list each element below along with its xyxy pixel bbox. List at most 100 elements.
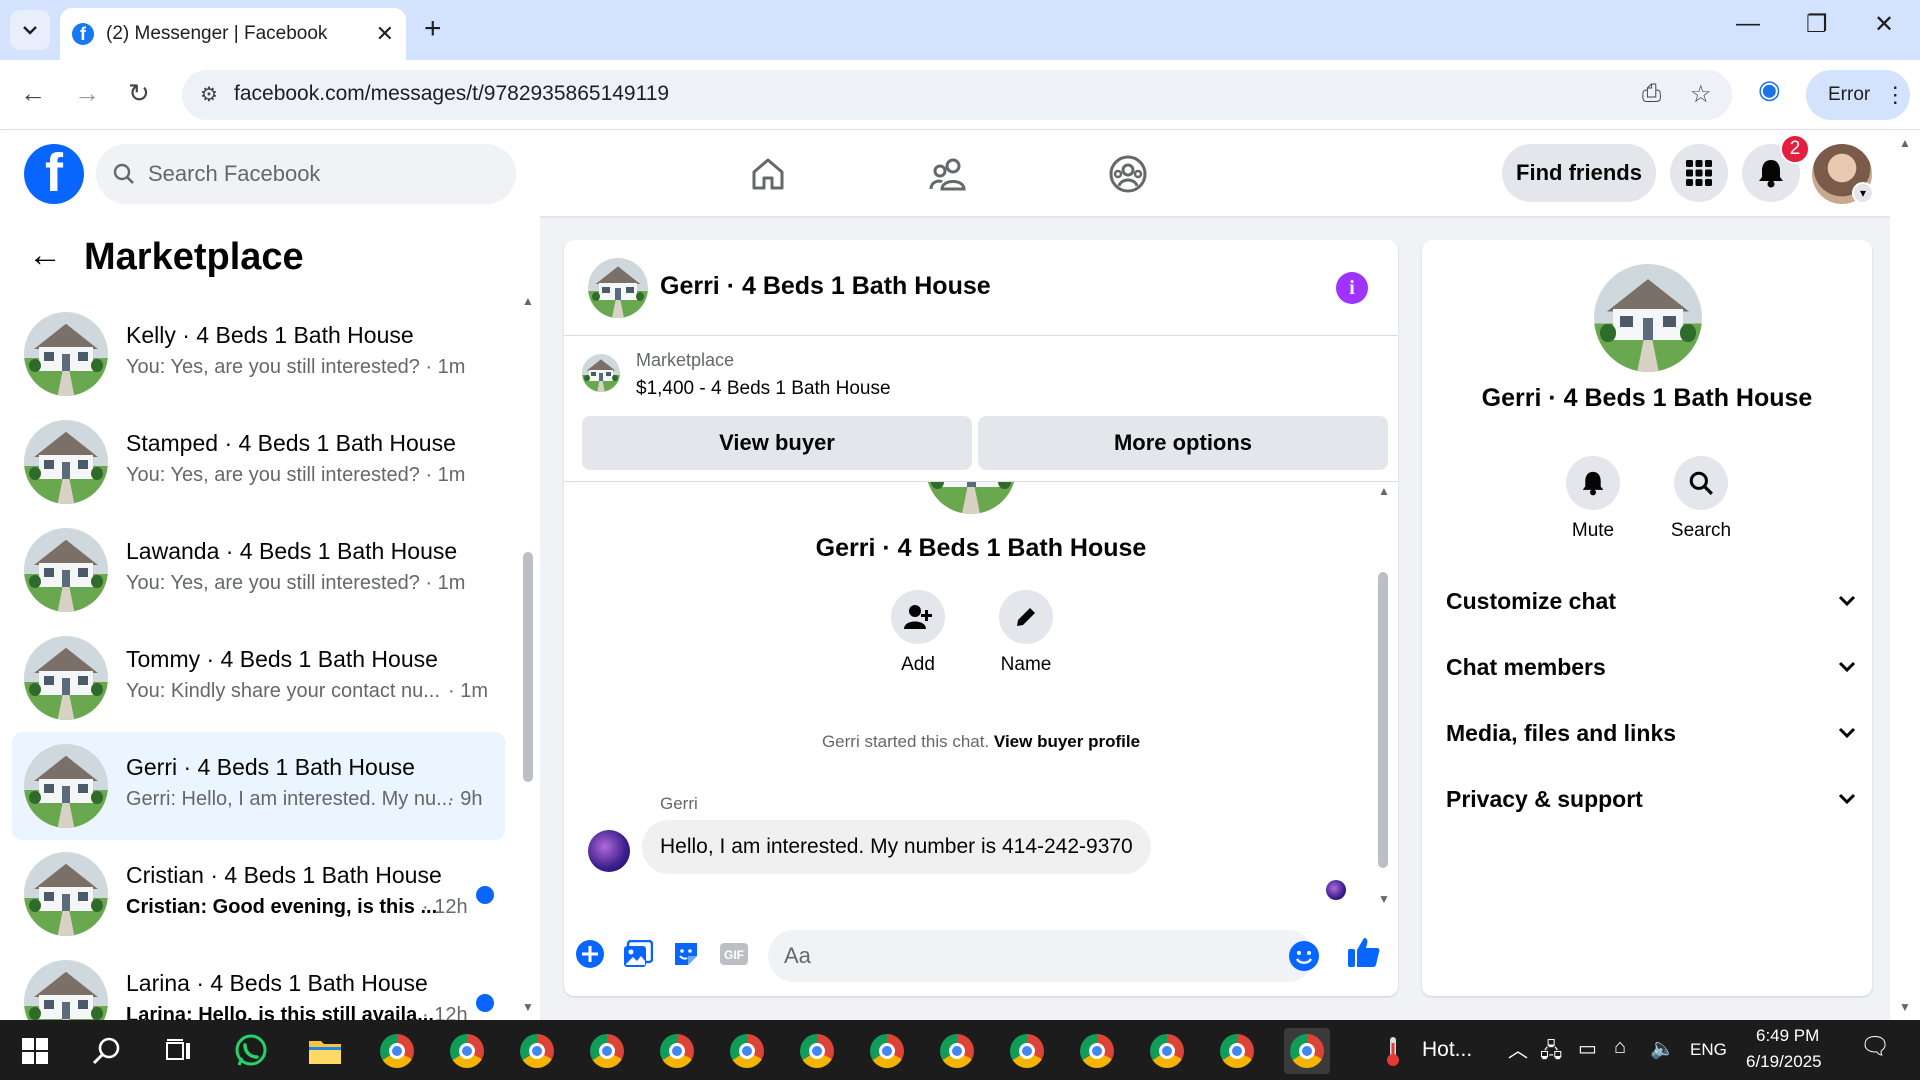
- notification-center-icon[interactable]: 🗨: [1860, 1032, 1890, 1061]
- battery-icon[interactable]: ▭: [1578, 1036, 1597, 1061]
- chat-members-section[interactable]: Chat members: [1446, 642, 1856, 692]
- thread-scroll-down-icon[interactable]: ▼: [1378, 892, 1390, 906]
- groups-nav[interactable]: [1106, 152, 1150, 196]
- sticker-button[interactable]: [670, 938, 702, 970]
- privacy-support-section[interactable]: Privacy & support: [1446, 774, 1856, 824]
- window-close-icon[interactable]: ✕: [1874, 10, 1894, 39]
- chrome-taskbar[interactable]: [654, 1028, 700, 1074]
- listing-thumbnail[interactable]: [582, 354, 620, 392]
- tab-list-button[interactable]: [10, 10, 50, 50]
- facebook-logo-icon[interactable]: f: [24, 144, 84, 204]
- network-icon[interactable]: 🖧: [1540, 1036, 1562, 1070]
- back-icon[interactable]: ←: [20, 78, 46, 109]
- emoji-button[interactable]: [1288, 940, 1320, 972]
- like-button[interactable]: [1346, 934, 1382, 970]
- chrome-taskbar-active[interactable]: [1284, 1028, 1330, 1074]
- name-chat-action[interactable]: Name: [986, 590, 1066, 676]
- find-friends-button[interactable]: Find friends: [1502, 144, 1656, 202]
- friends-nav[interactable]: [926, 152, 970, 196]
- view-buyer-profile-link[interactable]: View buyer profile: [994, 732, 1140, 751]
- scroll-up-icon[interactable]: ▲: [1899, 136, 1911, 150]
- info-icon[interactable]: i: [1336, 272, 1368, 304]
- attach-photo-button[interactable]: [622, 938, 654, 970]
- install-app-icon[interactable]: ⎙: [1642, 80, 1661, 108]
- bookmark-star-icon[interactable]: ☆: [1690, 80, 1712, 109]
- more-options-button[interactable]: More options: [978, 416, 1388, 470]
- gif-button[interactable]: GIF: [718, 938, 750, 970]
- forward-icon[interactable]: →: [74, 78, 100, 109]
- chrome-taskbar[interactable]: [934, 1028, 980, 1074]
- list-scroll-down-icon[interactable]: ▼: [522, 1000, 534, 1014]
- account-caret-icon[interactable]: ▾: [1852, 182, 1874, 204]
- account-icon[interactable]: ◉: [1758, 74, 1781, 105]
- sender-avatar[interactable]: [588, 830, 630, 872]
- chrome-taskbar[interactable]: [444, 1028, 490, 1074]
- search-input[interactable]: [148, 161, 508, 187]
- volume-icon[interactable]: 🔈: [1650, 1036, 1675, 1061]
- profile-error-button[interactable]: Error ⋮: [1806, 70, 1910, 120]
- list-scroll-up-icon[interactable]: ▲: [522, 294, 534, 308]
- start-button[interactable]: [12, 1028, 58, 1074]
- add-people-action[interactable]: Add: [878, 590, 958, 676]
- thread-scroll-up-icon[interactable]: ▲: [1378, 484, 1390, 498]
- address-bar[interactable]: ⚙ facebook.com/messages/t/97829358651491…: [182, 70, 1732, 120]
- conversation-item[interactable]: Larina · 4 Beds 1 Bath House Larina: Hel…: [12, 948, 505, 1020]
- file-explorer-taskbar[interactable]: [302, 1028, 348, 1074]
- browser-menu-icon[interactable]: ⋮: [1884, 82, 1906, 108]
- reload-icon[interactable]: ↻: [128, 78, 150, 109]
- conversation-item[interactable]: Cristian · 4 Beds 1 Bath House Cristian:…: [12, 840, 505, 948]
- mute-action[interactable]: Mute: [1548, 456, 1638, 542]
- media-files-links-section[interactable]: Media, files and links: [1446, 708, 1856, 758]
- conversation-item[interactable]: Tommy · 4 Beds 1 Bath House You: Kindly …: [12, 624, 505, 732]
- message-input[interactable]: [784, 940, 1254, 972]
- chrome-taskbar[interactable]: [584, 1028, 630, 1074]
- task-view-button[interactable]: [156, 1028, 202, 1074]
- customize-chat-section[interactable]: Customize chat: [1446, 576, 1856, 626]
- minimize-icon[interactable]: —: [1736, 10, 1760, 38]
- chrome-taskbar[interactable]: [374, 1028, 420, 1074]
- conversation-item[interactable]: Stamped · 4 Beds 1 Bath House You: Yes, …: [12, 408, 505, 516]
- device-icon[interactable]: ⌂: [1614, 1036, 1626, 1059]
- chrome-taskbar[interactable]: [1004, 1028, 1050, 1074]
- chrome-taskbar[interactable]: [864, 1028, 910, 1074]
- whatsapp-taskbar[interactable]: [228, 1028, 274, 1074]
- more-actions-button[interactable]: [574, 938, 606, 970]
- input-language[interactable]: ENG: [1690, 1040, 1727, 1060]
- clock-time[interactable]: 6:49 PM: [1756, 1026, 1819, 1046]
- chat-avatar[interactable]: [588, 258, 648, 318]
- url-text[interactable]: facebook.com/messages/t/9782935865149119: [234, 82, 669, 106]
- show-hidden-icons-icon[interactable]: ︿: [1508, 1034, 1528, 1063]
- chat-title[interactable]: Gerri · 4 Beds 1 Bath House: [660, 272, 991, 301]
- new-tab-icon[interactable]: +: [424, 12, 442, 46]
- browser-tab[interactable]: f (2) Messenger | Facebook ✕: [60, 8, 406, 60]
- conversation-item[interactable]: Lawanda · 4 Beds 1 Bath House You: Yes, …: [12, 516, 505, 624]
- chrome-taskbar[interactable]: [514, 1028, 560, 1074]
- weather-widget[interactable]: [1370, 1028, 1416, 1074]
- chrome-taskbar[interactable]: [1214, 1028, 1260, 1074]
- message-bubble[interactable]: Hello, I am interested. My number is 414…: [642, 820, 1151, 874]
- taskbar-search-button[interactable]: [84, 1028, 130, 1074]
- scroll-down-icon[interactable]: ▼: [1899, 1000, 1911, 1014]
- weather-text[interactable]: Hot...: [1422, 1038, 1472, 1062]
- chrome-taskbar[interactable]: [1074, 1028, 1120, 1074]
- details-avatar[interactable]: [1594, 264, 1702, 372]
- thread-scrollbar-thumb[interactable]: [1378, 572, 1388, 868]
- search-action[interactable]: Search: [1656, 456, 1746, 542]
- facebook-search[interactable]: [96, 144, 516, 204]
- back-arrow-icon[interactable]: ←: [28, 236, 62, 275]
- restore-icon[interactable]: ❐: [1806, 10, 1828, 39]
- page-scrollbar[interactable]: ▲ ▼: [1890, 130, 1920, 1020]
- chrome-taskbar[interactable]: [794, 1028, 840, 1074]
- conversation-item[interactable]: Kelly · 4 Beds 1 Bath House You: Yes, ar…: [12, 300, 505, 408]
- menu-button[interactable]: [1670, 144, 1728, 202]
- chrome-taskbar[interactable]: [1144, 1028, 1190, 1074]
- close-tab-icon[interactable]: ✕: [376, 21, 394, 47]
- chrome-taskbar[interactable]: [724, 1028, 770, 1074]
- home-nav[interactable]: [746, 152, 790, 196]
- list-scrollbar-thumb[interactable]: [523, 552, 533, 782]
- view-buyer-button[interactable]: View buyer: [582, 416, 972, 470]
- listing-price[interactable]: $1,400 - 4 Beds 1 Bath House: [636, 378, 891, 400]
- site-info-icon[interactable]: ⚙: [200, 82, 218, 107]
- clock-date[interactable]: 6/19/2025: [1746, 1052, 1822, 1072]
- conversation-item-active[interactable]: Gerri · 4 Beds 1 Bath House Gerri: Hello…: [12, 732, 505, 840]
